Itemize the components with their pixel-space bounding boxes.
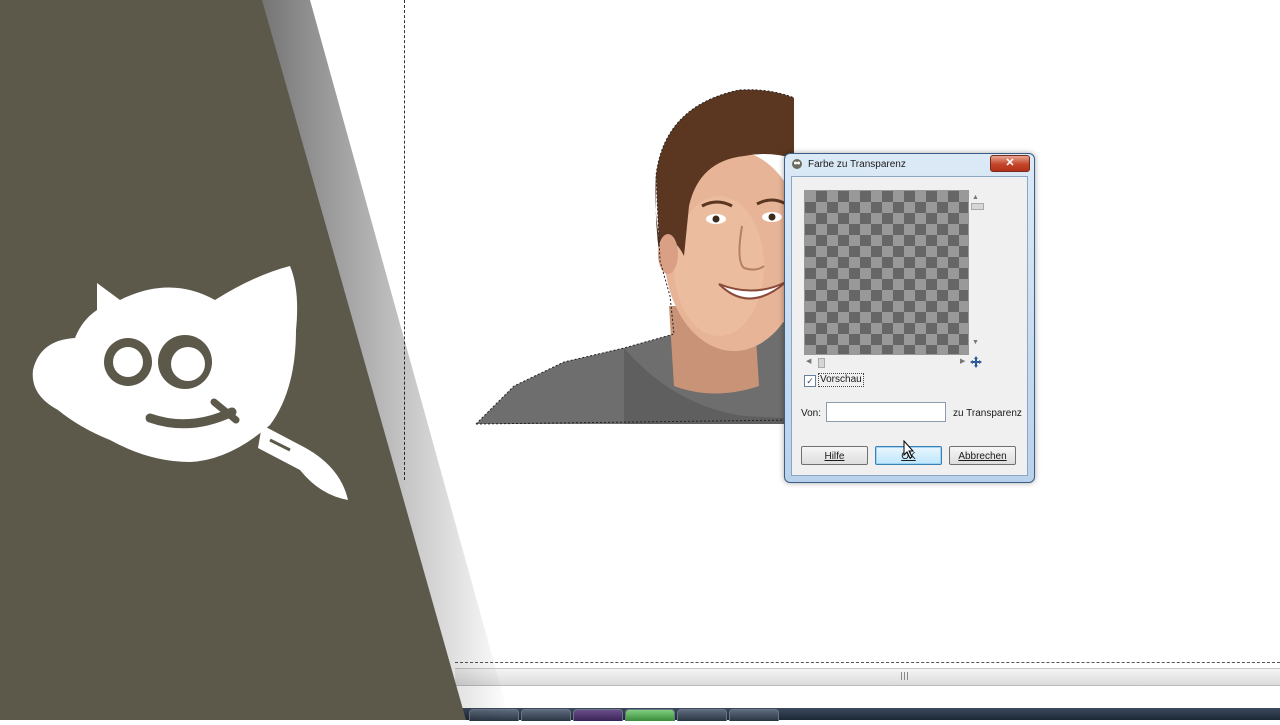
preview-area[interactable] (804, 190, 969, 355)
scroll-down-arrow-icon[interactable]: ▼ (972, 339, 979, 346)
banner-graphic (0, 0, 510, 720)
gimp-banner (0, 0, 1280, 720)
dialog-body: ▲ ▼ ◀ ▶ ✓ Vorschau Von: zu Transparenz H… (791, 176, 1028, 476)
help-button-label: Hilfe (824, 451, 845, 462)
dialog-title: Farbe zu Transparenz (808, 159, 906, 170)
scroll-right-arrow-icon[interactable]: ▶ (960, 357, 965, 365)
preview-checkbox-label[interactable]: Vorschau (818, 373, 864, 387)
preview-checkbox[interactable]: ✓ (804, 375, 816, 387)
color-to-alpha-dialog: Farbe zu Transparenz ✕ ▲ ▼ ◀ ▶ ✓ Vorscha… (784, 153, 1035, 483)
scroll-thumb[interactable] (971, 203, 984, 210)
scroll-left-arrow-icon[interactable]: ◀ (806, 357, 811, 365)
close-button[interactable]: ✕ (990, 155, 1030, 172)
gimp-icon (792, 159, 802, 169)
preview-vertical-scrollbar[interactable]: ▲ ▼ (969, 191, 984, 351)
move-cross-icon[interactable] (969, 355, 983, 369)
from-label: Von: (801, 408, 822, 419)
help-button[interactable]: Hilfe (801, 446, 868, 465)
from-color-button[interactable] (826, 402, 946, 422)
to-transparency-label: zu Transparenz (953, 408, 1022, 419)
mouse-cursor-icon (903, 440, 915, 459)
cancel-button[interactable]: Abbrechen (949, 446, 1016, 465)
scroll-up-arrow-icon[interactable]: ▲ (972, 194, 979, 201)
preview-horizontal-scrollbar[interactable]: ◀ ▶ (804, 357, 968, 368)
scroll-thumb[interactable] (818, 358, 825, 368)
cancel-button-label: Abbrechen (958, 451, 1007, 462)
